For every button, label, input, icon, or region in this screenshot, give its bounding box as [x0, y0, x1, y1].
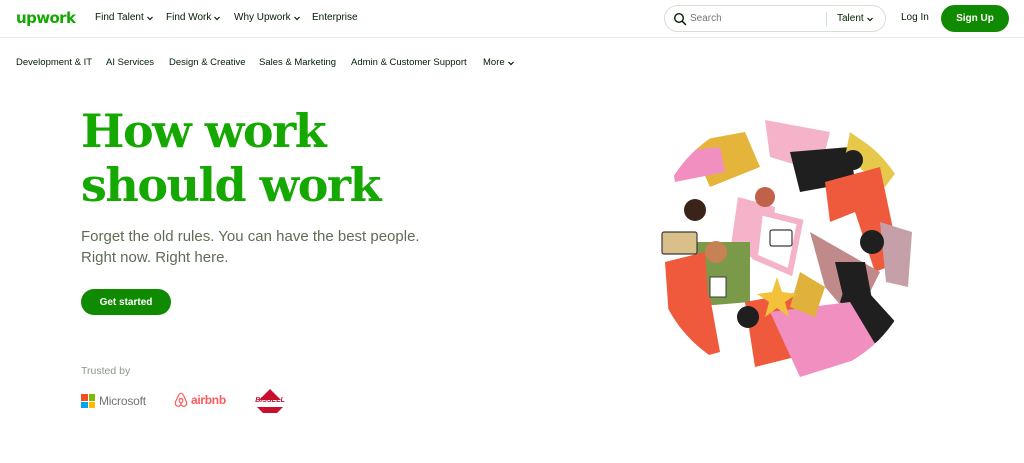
category-development-it[interactable]: Development & IT	[16, 57, 92, 68]
hero-title-line-2: should work	[81, 158, 382, 212]
nav-find-talent-label: Find Talent	[95, 12, 144, 23]
signup-button[interactable]: Sign Up	[941, 5, 1009, 32]
airbnb-belo-icon	[174, 392, 188, 407]
microsoft-name: Microsoft	[99, 394, 146, 408]
bissell-name: BISSELL	[255, 397, 285, 404]
nav-why-upwork-label: Why Upwork	[234, 12, 291, 23]
airbnb-name: airbnb	[191, 393, 226, 407]
search-input[interactable]	[690, 13, 810, 24]
category-ai-services[interactable]: AI Services	[106, 57, 154, 68]
microsoft-logo: Microsoft	[81, 394, 146, 408]
nav-find-talent[interactable]: Find Talent	[95, 12, 154, 23]
hero-title-line-1: How work	[81, 104, 327, 158]
nav-enterprise-label: Enterprise	[312, 12, 358, 23]
hero-subtitle: Forget the old rules. You can have the b…	[81, 226, 441, 268]
category-sales-marketing[interactable]: Sales & Marketing	[259, 57, 336, 68]
trusted-by-label: Trusted by	[81, 365, 131, 377]
nav-find-work-label: Find Work	[166, 12, 212, 23]
nav-find-work[interactable]: Find Work	[166, 12, 221, 23]
nav-enterprise[interactable]: Enterprise	[312, 12, 358, 23]
category-more-label: More	[483, 57, 505, 68]
airbnb-logo: airbnb	[174, 392, 226, 408]
microsoft-grid-icon	[81, 394, 95, 408]
login-link[interactable]: Log In	[901, 12, 929, 23]
hero-subtitle-line-2: Right now. Right here.	[81, 249, 229, 266]
nav-why-upwork[interactable]: Why Upwork	[234, 12, 301, 23]
trusted-logos: Microsoft airbnb BISSELL	[81, 388, 321, 414]
chevron-down-icon	[507, 61, 514, 65]
category-design-creative[interactable]: Design & Creative	[169, 57, 246, 68]
search-bar[interactable]: Talent	[664, 5, 886, 32]
upwork-logo[interactable]: upwork	[16, 9, 76, 27]
hero-title: How work should work	[81, 104, 501, 212]
search-icon	[673, 12, 687, 26]
bissell-logo: BISSELL	[251, 388, 289, 414]
hero-subtitle-line-1: Forget the old rules. You can have the b…	[81, 228, 420, 245]
top-navigation: upwork Find Talent Find Work Why Upwork …	[0, 0, 1024, 38]
search-scope-label: Talent	[837, 13, 864, 24]
category-admin-support[interactable]: Admin & Customer Support	[351, 57, 467, 68]
chevron-down-icon	[293, 16, 300, 20]
chevron-down-icon	[146, 16, 153, 20]
get-started-button[interactable]: Get started	[81, 289, 171, 315]
chevron-down-icon	[866, 17, 873, 21]
hero-illustration	[653, 115, 917, 379]
search-scope-dropdown[interactable]: Talent	[837, 13, 874, 24]
category-more[interactable]: More	[483, 57, 515, 68]
search-divider	[826, 12, 827, 26]
chevron-down-icon	[214, 16, 221, 20]
category-bar: Development & IT AI Services Design & Cr…	[0, 52, 1024, 72]
